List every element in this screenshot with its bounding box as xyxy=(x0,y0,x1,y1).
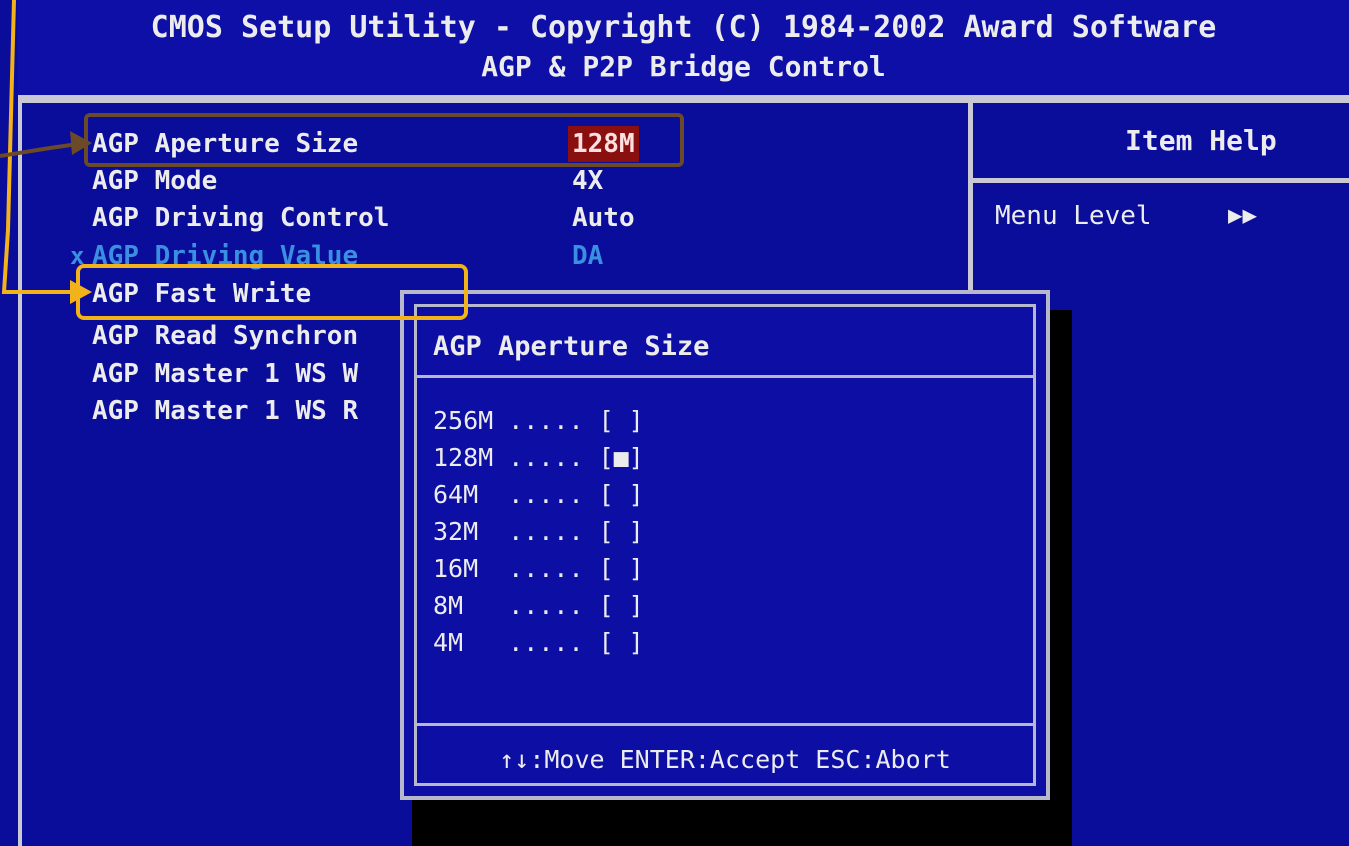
popup-divider xyxy=(417,375,1033,378)
popup-option[interactable]: 8M ..... [ ] xyxy=(433,588,644,624)
setting-label: AGP Read Synchron xyxy=(92,321,359,351)
popup-option[interactable]: 4M ..... [ ] xyxy=(433,625,644,661)
setting-value[interactable]: Auto xyxy=(572,200,635,236)
bios-screen: CMOS Setup Utility - Copyright (C) 1984-… xyxy=(0,0,1349,846)
menu-level-label: Menu Level xyxy=(995,201,1152,231)
help-divider xyxy=(973,178,1349,183)
popup-title: AGP Aperture Size xyxy=(433,331,710,362)
popup-key-hint: ↑↓:Move ENTER:Accept ESC:Abort xyxy=(499,745,951,774)
setting-agp-master-1ws-read[interactable]: AGP Master 1 WS R xyxy=(92,393,358,429)
setting-value: DA xyxy=(572,241,604,271)
popup-option[interactable]: 256M ..... [ ] xyxy=(433,403,644,439)
setting-label: AGP Master 1 WS R xyxy=(92,396,359,426)
highlight-box-aperture-size xyxy=(84,113,684,167)
popup-option[interactable]: 16M ..... [ ] xyxy=(433,551,644,587)
aperture-size-popup: AGP Aperture Size 256M ..... [ ] 128M ..… xyxy=(400,290,1050,800)
setting-label: AGP Mode xyxy=(92,166,218,196)
setting-value[interactable]: 4X xyxy=(572,163,603,199)
page-title: AGP & P2P Bridge Control xyxy=(481,50,886,83)
setting-label: AGP Driving Control xyxy=(92,203,390,233)
popup-inner-frame: AGP Aperture Size 256M ..... [ ] 128M ..… xyxy=(414,304,1036,786)
setting-agp-mode[interactable]: AGP Mode 4X xyxy=(92,163,603,199)
setting-agp-read-synchron[interactable]: AGP Read Synchron xyxy=(92,318,358,354)
popup-option[interactable]: 32M ..... [ ] xyxy=(433,514,644,550)
setting-label: AGP Master 1 WS W xyxy=(92,359,359,389)
popup-option-selected[interactable]: 128M ..... [■] xyxy=(433,440,644,476)
popup-divider xyxy=(417,723,1033,726)
menu-level-arrows-icon: ▶▶ xyxy=(1228,201,1257,229)
setting-agp-master-1ws-write[interactable]: AGP Master 1 WS W xyxy=(92,356,358,392)
item-help-title: Item Help xyxy=(1125,124,1277,157)
header-bar: CMOS Setup Utility - Copyright (C) 1984-… xyxy=(18,0,1349,99)
utility-title: CMOS Setup Utility - Copyright (C) 1984-… xyxy=(150,10,1217,45)
highlight-box-fast-write xyxy=(76,264,468,320)
popup-option[interactable]: 64M ..... [ ] xyxy=(433,477,644,513)
setting-agp-driving-control[interactable]: AGP Driving Control Auto xyxy=(92,200,635,236)
